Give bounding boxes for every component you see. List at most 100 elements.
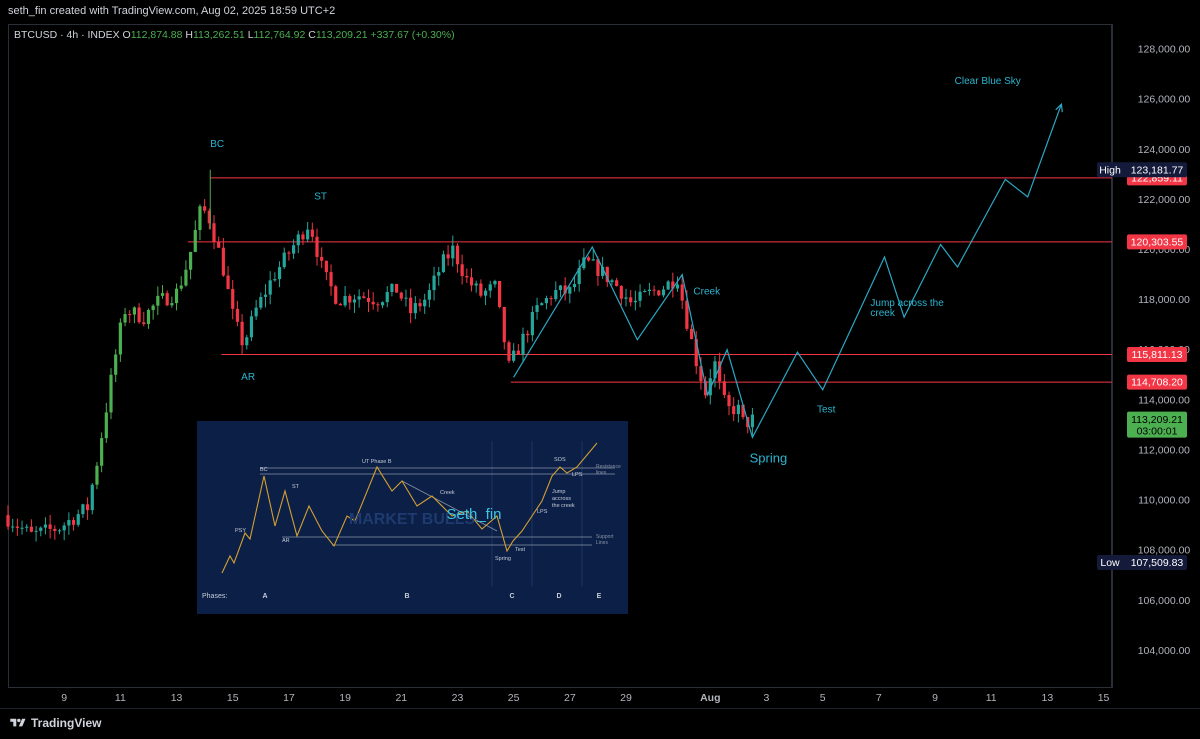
candle-body (376, 304, 380, 306)
candle-body (221, 247, 225, 276)
legend-open: 112,874.88 (130, 29, 183, 41)
candle-body (530, 311, 534, 336)
x-tick-label: 27 (564, 692, 576, 704)
y-tick-label: 104,000.00 (1138, 645, 1191, 657)
candle-body (137, 307, 141, 323)
candle-body (455, 245, 460, 265)
candle-body (123, 314, 127, 323)
annotation-label: Clear Blue Sky (955, 76, 1021, 87)
candle-body (128, 314, 132, 316)
candle-body (544, 298, 549, 304)
y-tick-label: 118,000.00 (1138, 294, 1190, 306)
high-marker-label: 123,181.77 (1131, 164, 1184, 176)
inset-label: Test (515, 547, 526, 553)
annotation-label: creek (870, 308, 895, 319)
inset-label: accross (552, 496, 571, 502)
inset-phases-label: Phases: (202, 593, 227, 600)
legend-high-label: H (185, 29, 193, 41)
x-tick-label: 13 (1042, 692, 1054, 704)
candle-body (399, 292, 403, 299)
candle-body (263, 294, 268, 297)
candle-body (652, 289, 656, 291)
annotation-label: Test (817, 404, 836, 415)
candle-body (160, 293, 165, 296)
x-tick-label: 3 (764, 692, 770, 704)
bar-countdown-label: 03:00:01 (1137, 426, 1178, 438)
candle-body (540, 303, 544, 306)
candle-body (142, 322, 146, 325)
candle-body (512, 350, 516, 361)
x-tick-label: 21 (395, 692, 407, 704)
candle-body (291, 245, 296, 254)
low-marker-kind: Low (1100, 557, 1120, 569)
candle-body (235, 308, 240, 322)
last-price-label: 113,209.21 (1131, 414, 1183, 426)
candle-body (226, 275, 230, 290)
candle-body (193, 230, 197, 252)
candle-body (661, 289, 666, 296)
tradingview-logo[interactable]: TradingView (10, 716, 101, 730)
candle-body (81, 504, 85, 515)
candle-body (301, 234, 305, 240)
candle-body (259, 296, 263, 308)
candle-body (249, 316, 254, 338)
legend-close: 113,209.21 (315, 29, 368, 41)
level-price-tag-label: 115,811.13 (1132, 349, 1183, 361)
candle-body (104, 412, 108, 439)
candle-body (432, 275, 436, 291)
candle-body (362, 296, 366, 298)
candle-body (6, 515, 10, 527)
candle-body (572, 284, 577, 288)
candle-body (732, 406, 736, 415)
inset-phase-label: E (597, 593, 602, 600)
candle-body (423, 299, 427, 307)
candle-body (643, 291, 647, 293)
candle-body (254, 307, 258, 317)
candle-body (413, 303, 417, 314)
candle-body (516, 350, 520, 355)
y-tick-label: 126,000.00 (1138, 94, 1191, 106)
x-tick-label: 29 (620, 692, 632, 704)
candle-body (446, 254, 450, 259)
candle-body (722, 381, 726, 395)
x-tick-label: 9 (932, 692, 938, 704)
inset-phase-label: B (404, 593, 409, 600)
candle-body (437, 272, 441, 276)
legend-symbol: BTCUSD · 4h · INDEX (14, 29, 120, 41)
candle-body (727, 394, 731, 407)
level-price-tag-label: 114,708.20 (1131, 377, 1183, 389)
y-tick-label: 128,000.00 (1138, 44, 1191, 56)
candle-body (179, 285, 183, 289)
candle-body (39, 527, 43, 531)
annotation-label: ST (314, 191, 327, 202)
candle-body (371, 301, 375, 305)
candle-body (324, 260, 328, 273)
candle-body (146, 309, 151, 325)
inset-phase-label: D (556, 593, 561, 600)
candle-body (156, 295, 160, 306)
y-tick-label: 110,000.00 (1138, 495, 1190, 507)
x-tick-label: 7 (876, 692, 882, 704)
candle-body (48, 524, 52, 529)
candle-body (231, 289, 235, 309)
x-tick-label: 15 (1098, 692, 1110, 704)
price-chart[interactable]: 104,000.00 106,000.00 108,000.00 110,000.00… (0, 0, 1200, 738)
candle-body (675, 284, 680, 289)
candle-body (474, 283, 478, 286)
candle-body (549, 298, 553, 300)
wyckoff-inset: MARKET BULLSSeth_finPSYBCSTARUT Phase BC… (197, 421, 628, 614)
candle-body (57, 530, 62, 532)
legend-high: 113,262.51 (193, 29, 245, 41)
candle-body (132, 307, 137, 315)
legend-close-label: C (308, 29, 316, 41)
y-tick-label: 122,000.00 (1138, 194, 1191, 206)
candle-body (483, 290, 488, 296)
candle-body (357, 296, 361, 300)
candle-body (554, 289, 558, 300)
inset-label: UT Phase B (362, 459, 392, 465)
candle-body (306, 229, 310, 240)
x-tick-label: 19 (339, 692, 351, 704)
inset-label: LPS (537, 509, 548, 515)
candle-body (441, 254, 446, 273)
candle-body (647, 289, 652, 292)
